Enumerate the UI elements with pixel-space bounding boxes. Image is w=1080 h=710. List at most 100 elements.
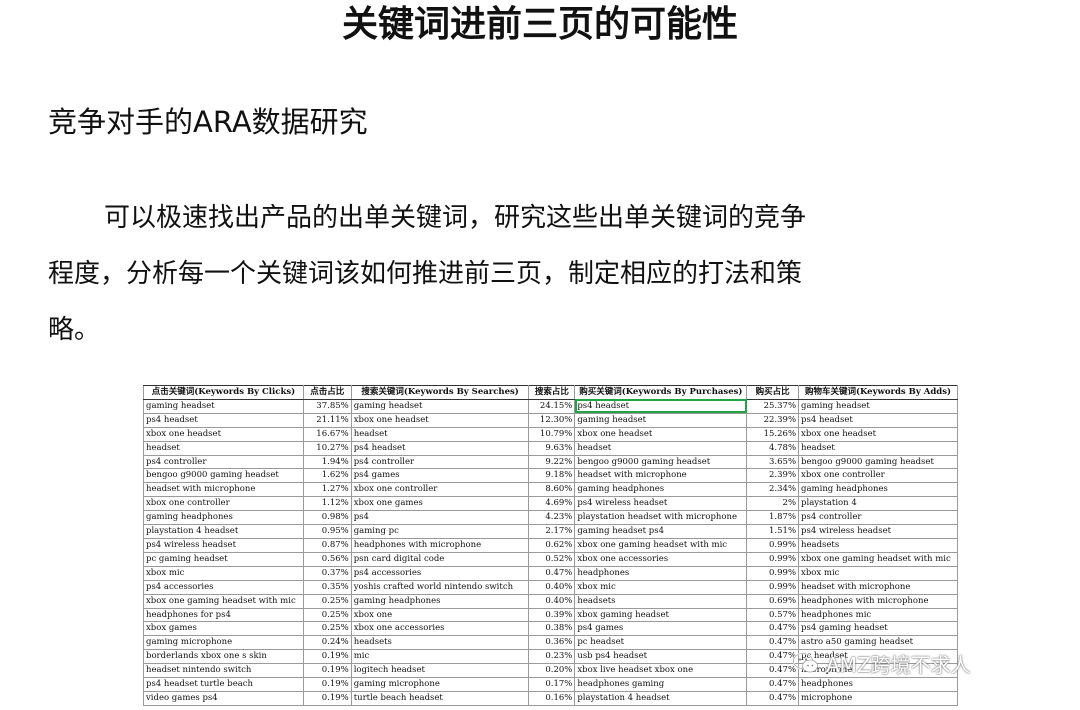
cell-clicks-keyword[interactable]: ps4 headset turtle beach <box>143 677 304 692</box>
cell-searches-keyword[interactable]: xbox one <box>350 607 530 623</box>
cell-searches-keyword[interactable]: mic <box>350 649 530 665</box>
cell-searches-share[interactable]: 0.40% <box>528 579 576 595</box>
cell-clicks-share[interactable]: 0.25% <box>302 621 352 637</box>
cell-clicks-share[interactable]: 0.25% <box>302 607 352 623</box>
cell-clicks-keyword[interactable]: ps4 controller <box>143 454 304 470</box>
cell-purchases-share[interactable]: 0.47% <box>746 621 800 637</box>
cell-purchases-keyword[interactable]: gaming headset ps4 <box>574 524 748 539</box>
cell-purchases-keyword[interactable]: headsets <box>574 593 748 609</box>
cell-purchases-share[interactable]: 3.65% <box>746 454 800 470</box>
cell-clicks-keyword[interactable]: ps4 wireless headset <box>143 537 304 553</box>
cell-clicks-keyword[interactable]: headset nintendo switch <box>143 663 304 679</box>
cell-purchases-share[interactable]: 0.47% <box>746 690 800 706</box>
cell-searches-keyword[interactable]: yoshis crafted world nintendo switch <box>350 579 530 595</box>
cell-clicks-keyword[interactable]: ps4 headset <box>143 412 304 428</box>
cell-clicks-keyword[interactable]: borderlands xbox one s skin <box>143 649 304 665</box>
cell-clicks-keyword[interactable]: xbox mic <box>143 565 304 581</box>
cell-purchases-share[interactable]: 2.39% <box>746 468 800 484</box>
cell-adds-keyword[interactable]: headset with microphone <box>798 579 958 595</box>
cell-searches-share[interactable]: 8.60% <box>528 482 576 498</box>
cell-searches-share[interactable]: 24.15% <box>528 398 576 414</box>
cell-adds-keyword[interactable]: xbox mic <box>798 565 958 581</box>
cell-searches-share[interactable]: 0.40% <box>528 593 576 609</box>
cell-searches-share[interactable]: 0.16% <box>528 690 576 706</box>
cell-searches-keyword[interactable]: gaming microphone <box>350 677 530 692</box>
cell-purchases-keyword[interactable]: usb ps4 headset <box>574 649 748 665</box>
cell-purchases-share[interactable]: 2.34% <box>746 482 800 498</box>
cell-purchases-share[interactable]: 1.87% <box>746 510 800 526</box>
cell-clicks-keyword[interactable]: gaming headphones <box>143 510 304 526</box>
cell-purchases-keyword[interactable]: xbox mic <box>574 579 748 595</box>
cell-clicks-keyword[interactable]: playstation 4 headset <box>143 524 304 539</box>
cell-adds-keyword[interactable]: headsets <box>798 537 958 553</box>
cell-purchases-keyword[interactable]: bengoo g9000 gaming headset <box>574 454 748 470</box>
cell-purchases-keyword[interactable]: gaming headphones <box>574 482 748 498</box>
cell-purchases-share[interactable]: 1.51% <box>746 524 800 539</box>
cell-purchases-keyword[interactable]: gaming headset <box>574 412 748 428</box>
cell-searches-keyword[interactable]: ps4 headset <box>350 440 530 456</box>
cell-clicks-keyword[interactable]: video games ps4 <box>143 690 304 706</box>
cell-clicks-keyword[interactable]: headset <box>143 440 304 456</box>
cell-searches-keyword[interactable]: gaming pc <box>350 524 530 539</box>
cell-clicks-keyword[interactable]: pc gaming headset <box>143 551 304 567</box>
cell-clicks-keyword[interactable]: gaming microphone <box>143 635 304 651</box>
cell-searches-share[interactable]: 0.39% <box>528 607 576 623</box>
cell-purchases-share[interactable]: 0.69% <box>746 593 800 609</box>
cell-searches-share[interactable]: 9.63% <box>528 440 576 456</box>
cell-purchases-keyword[interactable]: headphones <box>574 565 748 581</box>
cell-purchases-share[interactable]: 2% <box>746 496 800 512</box>
cell-searches-keyword[interactable]: turtle beach headset <box>350 690 530 706</box>
cell-searches-share[interactable]: 0.52% <box>528 551 576 567</box>
cell-adds-keyword[interactable]: ps4 gaming headset <box>798 621 958 637</box>
cell-searches-keyword[interactable]: headphones with microphone <box>350 537 530 553</box>
cell-adds-keyword[interactable]: bengoo g9000 gaming headset <box>798 454 958 470</box>
cell-clicks-share[interactable]: 1.62% <box>302 468 352 484</box>
cell-searches-share[interactable]: 0.62% <box>528 537 576 553</box>
cell-searches-share[interactable]: 0.23% <box>528 649 576 665</box>
cell-purchases-share[interactable]: 4.78% <box>746 440 800 456</box>
cell-purchases-keyword[interactable]: xbox gaming headset <box>574 607 748 623</box>
cell-searches-share[interactable]: 10.79% <box>528 426 576 442</box>
cell-searches-keyword[interactable]: xbox one headset <box>350 412 530 428</box>
cell-purchases-keyword[interactable]: playstation headset with microphone <box>574 510 748 526</box>
cell-adds-keyword[interactable]: ps4 headset <box>798 412 958 428</box>
cell-purchases-keyword[interactable]: xbox one accessories <box>574 551 748 567</box>
cell-searches-share[interactable]: 4.69% <box>528 496 576 512</box>
cell-searches-keyword[interactable]: ps4 <box>350 510 530 526</box>
cell-purchases-keyword[interactable]: xbox one headset <box>574 426 748 442</box>
cell-adds-keyword[interactable]: ps4 wireless headset <box>798 524 958 539</box>
cell-clicks-keyword[interactable]: xbox one headset <box>143 426 304 442</box>
cell-searches-keyword[interactable]: xbox one controller <box>350 482 530 498</box>
cell-clicks-share[interactable]: 0.87% <box>302 537 352 553</box>
cell-purchases-keyword[interactable]: pc headset <box>574 635 748 651</box>
cell-purchases-share[interactable]: 0.99% <box>746 551 800 567</box>
cell-purchases-share[interactable]: 0.47% <box>746 677 800 692</box>
cell-purchases-keyword[interactable]: ps4 games <box>574 621 748 637</box>
cell-clicks-keyword[interactable]: xbox games <box>143 621 304 637</box>
cell-adds-keyword[interactable]: headphones with microphone <box>798 593 958 609</box>
cell-searches-share[interactable]: 12.30% <box>528 412 576 428</box>
cell-purchases-share[interactable]: 0.57% <box>746 607 800 623</box>
cell-searches-share[interactable]: 9.18% <box>528 468 576 484</box>
cell-purchases-keyword[interactable]: ps4 headset <box>574 398 748 414</box>
cell-clicks-keyword[interactable]: gaming headset <box>143 398 304 414</box>
cell-searches-share[interactable]: 0.20% <box>528 663 576 679</box>
cell-clicks-share[interactable]: 0.56% <box>302 551 352 567</box>
cell-clicks-share[interactable]: 0.19% <box>302 649 352 665</box>
cell-purchases-keyword[interactable]: headphones gaming <box>574 677 748 692</box>
cell-purchases-keyword[interactable]: headset with microphone <box>574 468 748 484</box>
cell-clicks-share[interactable]: 0.95% <box>302 524 352 539</box>
cell-purchases-share[interactable]: 0.47% <box>746 663 800 679</box>
cell-adds-keyword[interactable]: xbox one gaming headset with mic <box>798 551 958 567</box>
cell-clicks-keyword[interactable]: bengoo g9000 gaming headset <box>143 468 304 484</box>
cell-clicks-keyword[interactable]: headphones for ps4 <box>143 607 304 623</box>
cell-searches-keyword[interactable]: headset <box>350 426 530 442</box>
cell-purchases-share[interactable]: 25.37% <box>746 398 800 414</box>
cell-purchases-keyword[interactable]: xbox live headset xbox one <box>574 663 748 679</box>
cell-adds-keyword[interactable]: headphones <box>798 677 958 692</box>
cell-searches-keyword[interactable]: psn card digital code <box>350 551 530 567</box>
cell-searches-keyword[interactable]: ps4 accessories <box>350 565 530 581</box>
cell-adds-keyword[interactable]: headset <box>798 440 958 456</box>
cell-searches-keyword[interactable]: gaming headset <box>350 398 530 414</box>
cell-clicks-share[interactable]: 0.24% <box>302 635 352 651</box>
